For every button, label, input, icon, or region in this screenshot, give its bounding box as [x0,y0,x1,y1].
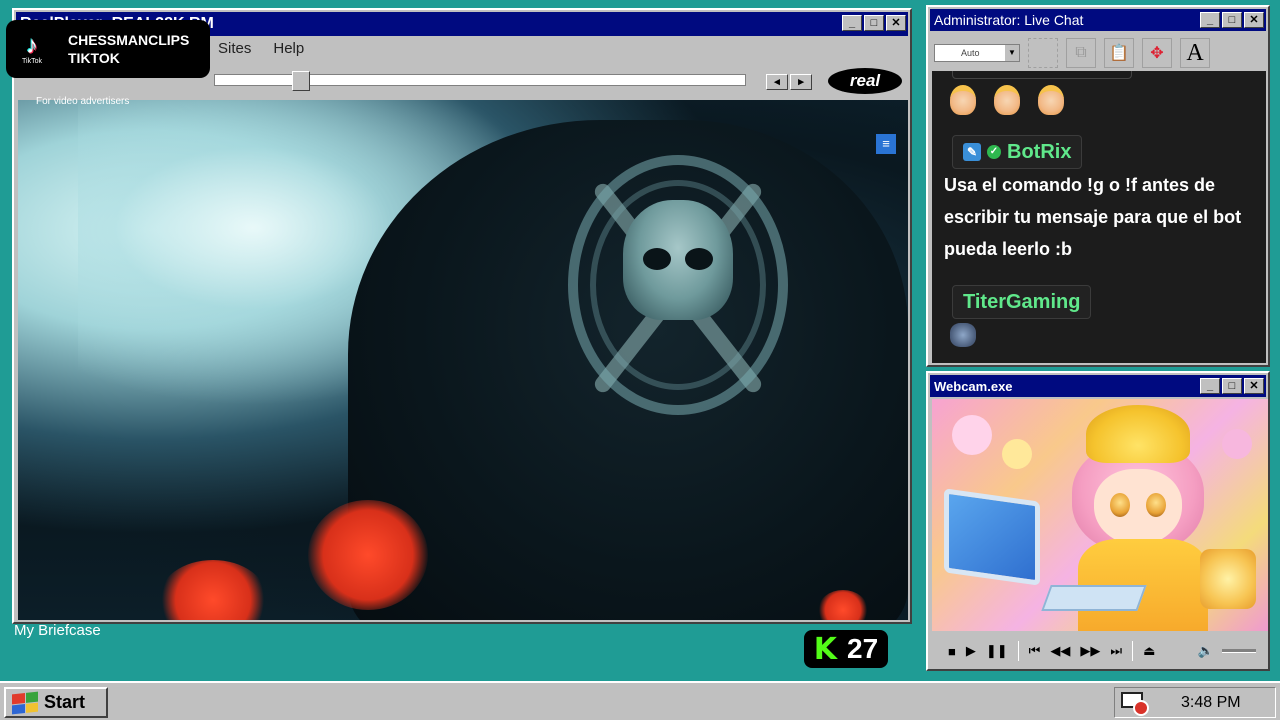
start-button[interactable]: Start [4,687,108,718]
start-label: Start [44,692,86,712]
prev-clip-button[interactable]: ◂ [766,74,788,90]
chat-titlebar[interactable]: Administrator: Live Chat _ □ ✕ [930,9,1266,31]
previous-username [952,71,1132,79]
live-chat-window: Administrator: Live Chat _ □ ✕ Auto ▼ ⧉ … [926,5,1270,367]
character-hat [1086,405,1190,463]
webcam-image [932,399,1268,631]
verified-badge-icon: ✓ [987,145,1001,159]
maximize-button[interactable]: □ [1222,12,1242,28]
tiktok-platform: TIKTOK [68,50,120,66]
select-icon[interactable] [1028,38,1058,68]
dropdown-value: Auto [961,48,980,58]
seek-bar[interactable] [214,71,746,91]
decor-bubble [1002,439,1032,469]
skull-eye [685,248,713,270]
close-button[interactable]: ✕ [1244,378,1264,394]
windows-logo-icon [12,691,38,714]
play-icon[interactable]: ▶ [966,643,976,659]
divider [1017,641,1019,661]
copy-icon[interactable]: ⧉ [1066,38,1096,68]
volume-icon[interactable]: 🔈 [1198,643,1214,659]
taskbar: Start 3:48 PM [0,681,1280,720]
character-face [1094,469,1182,545]
menu-help[interactable]: Help [273,40,304,64]
emote-icon [1038,85,1064,115]
fast-forward-icon[interactable]: ▶▶ [1080,643,1100,659]
chat-username-botrix[interactable]: ✎ ✓ BotRix [952,135,1083,169]
character-eye [1110,493,1130,517]
decor-bubble [1222,429,1252,459]
zoom-dropdown[interactable]: Auto ▼ [934,44,1020,62]
emote-icon [950,323,976,347]
paste-icon[interactable]: 📋 [1104,38,1134,68]
bokeh-light [308,500,428,610]
maximize-button[interactable]: □ [1222,378,1242,394]
minimize-button[interactable]: _ [842,15,862,31]
seek-thumb[interactable] [292,71,310,91]
menu-sites[interactable]: Sites [218,40,251,64]
chat-feed[interactable]: ✎ ✓ BotRix Usa el comando !g o !f antes … [932,71,1266,363]
webcam-title: Webcam.exe [934,378,1013,394]
emote-icon [994,85,1020,115]
eject-icon[interactable]: ⏏ [1143,643,1155,659]
webcam-titlebar[interactable]: Webcam.exe _ □ ✕ [930,375,1266,397]
emote-row [950,85,1064,115]
scheduler-icon[interactable] [1121,691,1151,716]
tiktok-logo-text: TikTok [22,57,42,65]
next-clip-button[interactable]: ▸ [790,74,812,90]
close-button[interactable]: ✕ [1244,12,1264,28]
username: TiterGaming [963,290,1081,313]
stop-icon[interactable]: ■ [948,644,956,659]
monitor-graphic [944,488,1040,586]
skip-forward-icon[interactable]: ⏭ [1110,643,1122,659]
minimize-button[interactable]: _ [1200,12,1220,28]
video-display[interactable] [18,100,908,620]
skull-graphic [623,200,733,320]
chat-username-titergaming[interactable]: TiterGaming [952,285,1092,319]
ad-text: For video advertisers [36,96,130,107]
decor-bubble [952,415,992,455]
move-icon[interactable]: ✥ [1142,38,1172,68]
rewind-icon[interactable]: ◀◀ [1050,643,1070,659]
viewer-count: 27 [847,633,879,664]
username: BotRix [1007,140,1072,163]
kick-viewer-count: K 27 [804,630,888,668]
menu-icon[interactable]: ≡ [876,134,896,154]
text-tool-icon[interactable]: A [1180,38,1210,68]
chat-message: Usa el comando !g o !f antes de escribir… [944,175,1242,259]
chat-title: Administrator: Live Chat [934,12,1084,28]
tiktok-watermark: ♪ TikTok CHESSMANCLIPS TIKTOK [6,20,210,78]
volume-slider[interactable] [1222,649,1256,653]
bot-badge-icon: ✎ [963,143,981,161]
character-eye [1146,493,1166,517]
tiktok-channel: CHESSMANCLIPS [68,32,190,48]
chat-toolbar: Auto ▼ ⧉ 📋 ✥ A [932,35,1264,71]
keyboard-graphic [1041,585,1147,611]
divider [1132,641,1134,661]
bokeh-light [158,560,268,620]
webcam-window: Webcam.exe _ □ ✕ ■ ▶ ❚❚ ⏮ ◀◀ ▶▶ ⏭ ⏏ 🔈 [926,371,1270,671]
desktop-icon-briefcase[interactable]: My Briefcase [14,622,101,639]
media-controls: ■ ▶ ❚❚ ⏮ ◀◀ ▶▶ ⏭ ⏏ 🔈 [932,635,1264,667]
emote-icon [950,85,976,115]
close-button[interactable]: ✕ [886,15,906,31]
kick-icon: K [813,631,838,667]
tiktok-icon: ♪ TikTok [22,31,42,65]
minimize-button[interactable]: _ [1200,378,1220,394]
system-tray: 3:48 PM [1114,687,1276,718]
maximize-button[interactable]: □ [864,15,884,31]
clock[interactable]: 3:48 PM [1181,694,1241,712]
realplayer-window: RealPlayer: REAL28K.RM _ □ ✕ Sites Help … [12,8,912,624]
pause-icon[interactable]: ❚❚ [986,643,1008,659]
skip-back-icon[interactable]: ⏮ [1029,643,1041,659]
cake-graphic [1200,549,1256,609]
skull-eye [643,248,671,270]
real-logo: real [828,68,902,94]
chevron-down-icon[interactable]: ▼ [1005,45,1019,61]
